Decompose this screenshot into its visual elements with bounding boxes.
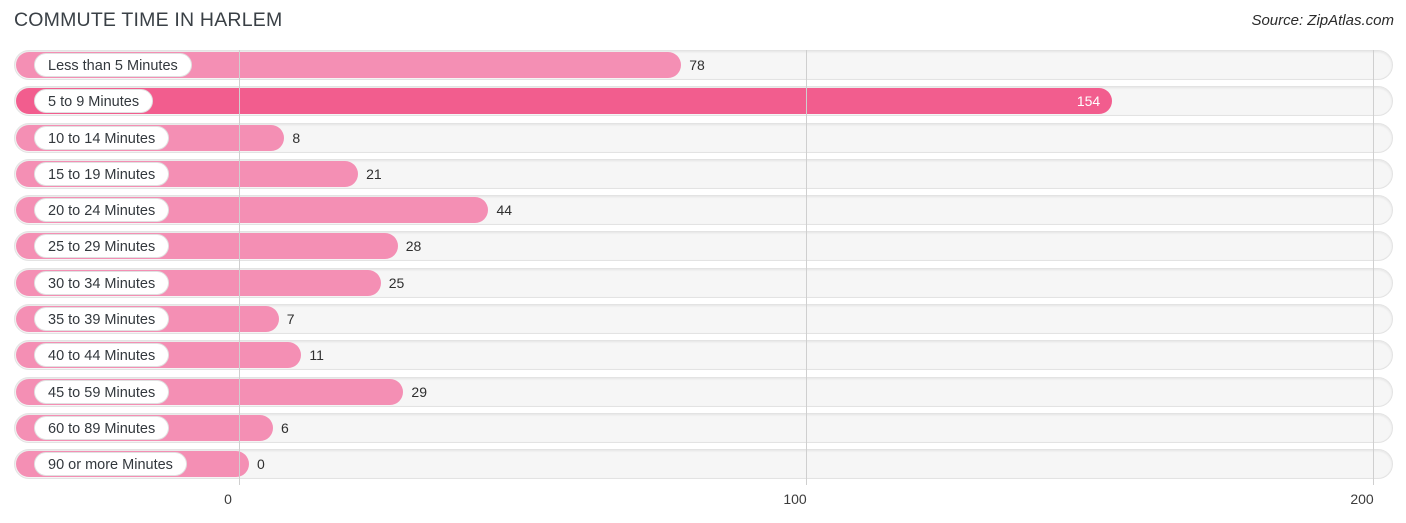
bar-row[interactable]: Less than 5 Minutes 78 [0, 50, 1406, 80]
bar-value-label: 154 [1076, 93, 1101, 110]
x-tick-label: 200 [1350, 491, 1374, 507]
bar-row[interactable]: 25 to 29 Minutes 28 [0, 231, 1406, 262]
bar-rows: Less than 5 Minutes 78 5 to 9 Minutes 154 10… [0, 50, 1406, 486]
bar-label: 30 to 34 Minutes [34, 270, 170, 295]
bar[interactable] [16, 88, 1113, 115]
plot-area: Less than 5 Minutes 78 5 to 9 Minutes 154 10… [0, 50, 1406, 485]
bar-row[interactable]: 15 to 19 Minutes 21 [0, 158, 1406, 189]
bar-value-label: 29 [411, 383, 427, 400]
bar-row[interactable]: 60 to 89 Minutes 6 [0, 412, 1406, 443]
bar-value-label: 44 [496, 202, 513, 219]
bar-row[interactable]: 40 to 44 Minutes 11 [0, 340, 1406, 371]
x-axis: 0 100 200 [0, 485, 1406, 523]
bar-value-label: 6 [281, 419, 289, 436]
bar-row[interactable]: 30 to 34 Minutes 25 [0, 267, 1406, 298]
chart-container: COMMUTE TIME IN HARLEM Source: ZipAtlas.… [0, 0, 1406, 523]
bar-label: Less than 5 Minutes [34, 53, 192, 77]
bar-row[interactable]: 45 to 59 Minutes 29 [0, 376, 1406, 407]
bar-label: 15 to 19 Minutes [34, 161, 170, 186]
source-attribution: Source: ZipAtlas.com [1251, 12, 1394, 29]
bar-label: 60 to 89 Minutes [34, 415, 170, 440]
bar-label: 90 or more Minutes [34, 452, 187, 477]
x-tick-label: 100 [783, 491, 807, 507]
bar-label: 45 to 59 Minutes [34, 379, 170, 404]
bar-row[interactable]: 90 or more Minutes 0 [0, 449, 1406, 480]
x-tick-label: 0 [224, 491, 232, 507]
bar-row[interactable]: 5 to 9 Minutes 154 [0, 86, 1406, 117]
bar-row[interactable]: 20 to 24 Minutes 44 [0, 195, 1406, 226]
bar-value-label: 25 [388, 274, 405, 291]
bar-value-label: 8 [292, 129, 301, 146]
bar-label: 10 to 14 Minutes [34, 125, 170, 150]
bar-label: 5 to 9 Minutes [34, 89, 154, 114]
bar-value-label: 21 [366, 165, 382, 182]
bar-value-label: 78 [689, 57, 705, 73]
bar-row[interactable]: 35 to 39 Minutes 7 [0, 304, 1406, 335]
bar-value-label: 7 [286, 311, 295, 328]
bar-label: 35 to 39 Minutes [34, 307, 170, 332]
bar-label: 40 to 44 Minutes [34, 343, 170, 368]
bar-value-label: 28 [405, 238, 422, 255]
page-title: COMMUTE TIME IN HARLEM [14, 9, 283, 31]
bar-value-label: 0 [257, 456, 265, 473]
bar-row[interactable]: 10 to 14 Minutes 8 [0, 122, 1406, 153]
bar-label: 20 to 24 Minutes [34, 198, 170, 223]
bar-value-label: 11 [309, 347, 324, 364]
bar-label: 25 to 29 Minutes [34, 234, 170, 259]
